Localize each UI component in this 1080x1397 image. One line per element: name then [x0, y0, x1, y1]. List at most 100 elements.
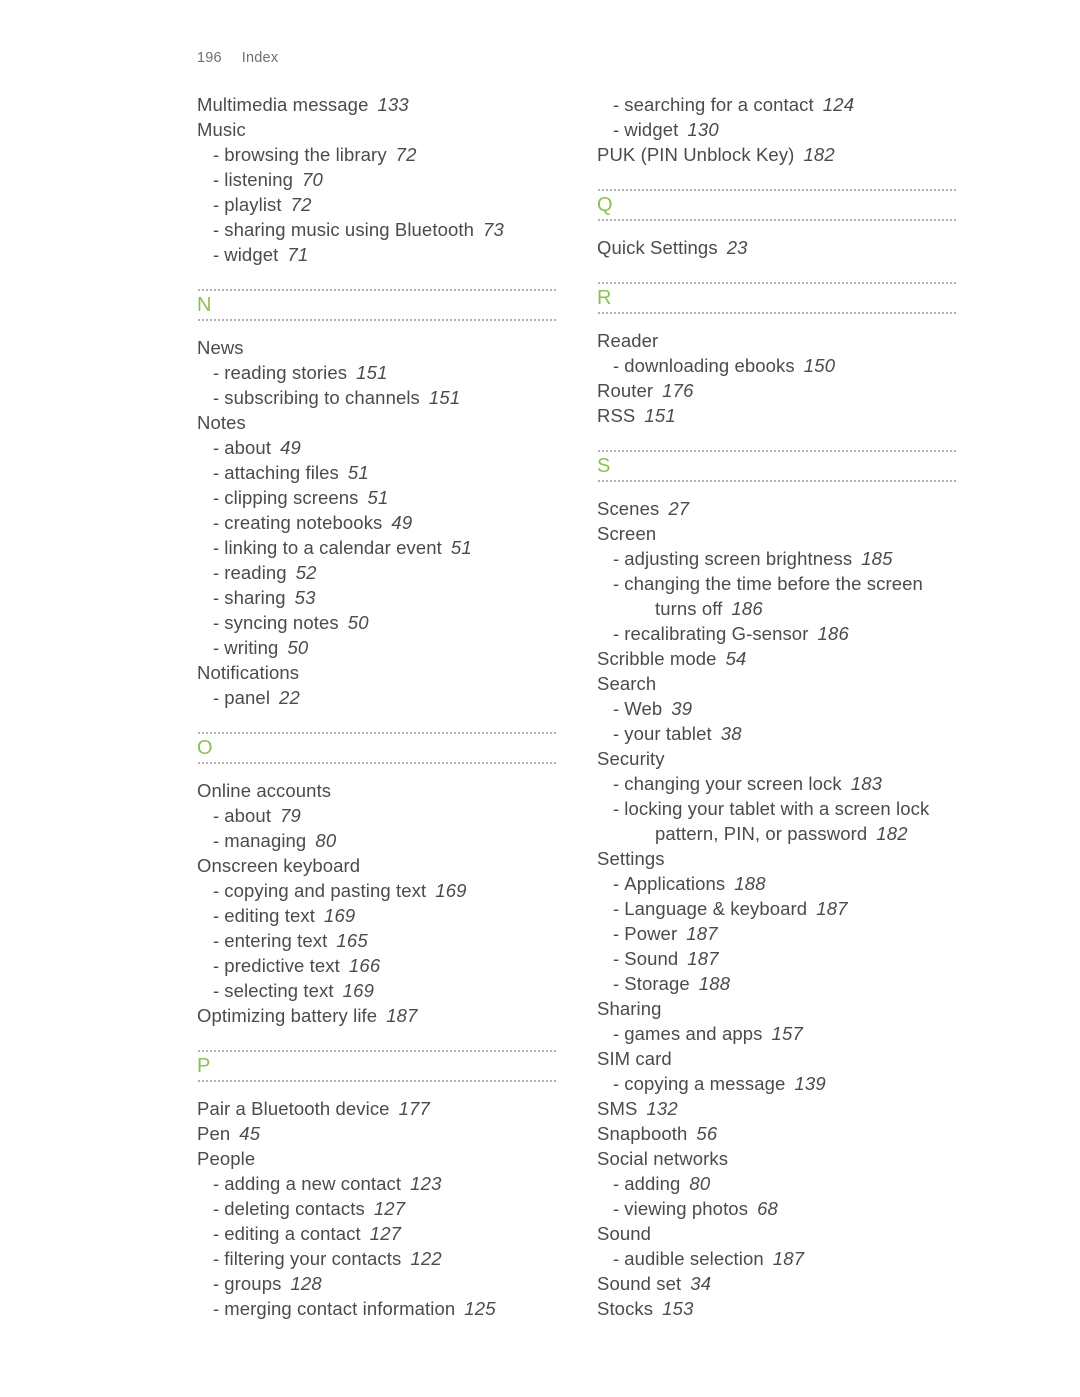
index-subentry: - Web 39	[597, 696, 957, 721]
dotted-rule-bottom	[597, 480, 957, 482]
index-entry: Reader	[597, 328, 957, 353]
entry-label: Sound	[597, 1223, 651, 1244]
entry-label: SMS	[597, 1098, 638, 1119]
entry-label: PUK (PIN Unblock Key)	[597, 144, 795, 165]
bullet-dash: -	[213, 955, 220, 976]
entry-page-number: 123	[410, 1173, 442, 1194]
entry-page-number: 71	[287, 244, 309, 265]
index-subentry: - changing your screen lock 183	[597, 771, 957, 796]
entry-page-number: 187	[687, 948, 719, 969]
letter-section-q: Q	[597, 189, 957, 221]
entry-label: Scenes	[597, 498, 660, 519]
entry-page-number: 150	[803, 355, 836, 376]
entry-label: filtering your contacts	[224, 1248, 402, 1269]
index-subentry: - Sound 187	[597, 946, 957, 971]
entry-page-number: 23	[726, 237, 748, 258]
index-entry: Sound set 34	[597, 1271, 957, 1296]
bullet-dash: -	[213, 537, 220, 558]
letter-section-r: R	[597, 282, 957, 314]
entry-page-number: 188	[734, 873, 766, 894]
page-header: 196 Index	[197, 50, 278, 66]
index-subentry: - creating notebooks 49	[197, 510, 557, 535]
entry-page-number: 133	[377, 94, 409, 115]
entry-page-number: 122	[410, 1248, 442, 1269]
entry-page-number: 22	[279, 687, 301, 708]
entry-label: adding a new contact	[224, 1173, 402, 1194]
index-entry: Scenes 27	[597, 496, 957, 521]
entry-label: your tablet	[624, 723, 712, 744]
entry-page-number: 176	[662, 380, 694, 401]
entry-page-number: 49	[280, 437, 302, 458]
index-subentry: - sharing music using Bluetooth 73	[197, 217, 557, 242]
index-subentry: - about 49	[197, 435, 557, 460]
entry-page-number: 153	[662, 1298, 694, 1319]
entry-page-number: 53	[294, 587, 316, 608]
entry-label: Onscreen keyboard	[197, 855, 361, 876]
entry-label: Language & keyboard	[624, 898, 808, 919]
entry-page-number: 51	[347, 462, 369, 483]
entry-label: Web	[624, 698, 663, 719]
entry-label: subscribing to channels	[224, 387, 420, 408]
entry-page-number: 72	[290, 194, 312, 215]
page-header-title: Index	[241, 50, 279, 66]
bullet-dash: -	[213, 637, 220, 658]
index-entry: Screen	[597, 521, 957, 546]
bullet-dash: -	[613, 573, 620, 594]
entry-page-number: 39	[671, 698, 693, 719]
bullet-dash: -	[213, 462, 220, 483]
entry-label: merging contact information	[224, 1298, 456, 1319]
dotted-rule-bottom	[197, 762, 557, 764]
entry-label: reading	[224, 562, 287, 583]
entry-page-number: 51	[367, 487, 389, 508]
index-subentry: - managing 80	[197, 828, 557, 853]
index-entry: Optimizing battery life 187	[197, 1003, 557, 1028]
entry-label: games and apps	[624, 1023, 763, 1044]
index-subentry: - changing the time before the screen	[597, 571, 957, 596]
right-column: - searching for a contact 124- widget 130 PUK…	[597, 92, 957, 1321]
index-entry: People	[197, 1146, 557, 1171]
index-subentry: - panel 22	[197, 685, 557, 710]
entry-page-number: 49	[391, 512, 413, 533]
index-subentry: - searching for a contact 124	[597, 92, 957, 117]
bullet-dash: -	[613, 798, 620, 819]
entry-label: Reader	[597, 330, 659, 351]
index-subentry: - syncing notes 50	[197, 610, 557, 635]
entry-page-number: 70	[302, 169, 324, 190]
index-subentry: - editing text 169	[197, 903, 557, 928]
index-entry: Social networks	[597, 1146, 957, 1171]
section-letter: Q	[597, 194, 614, 216]
dotted-rule-bottom	[597, 312, 957, 314]
entry-page-number: 182	[803, 144, 835, 165]
entry-label: linking to a calendar event	[224, 537, 442, 558]
entry-page-number: 52	[295, 562, 317, 583]
entry-label: creating notebooks	[224, 512, 383, 533]
entry-page-number: 183	[850, 773, 883, 794]
bullet-dash: -	[213, 1173, 220, 1194]
entry-label: groups	[224, 1273, 282, 1294]
index-entry: Onscreen keyboard	[197, 853, 557, 878]
bullet-dash: -	[213, 562, 220, 583]
letter-section-p: P	[197, 1050, 557, 1082]
bullet-dash: -	[213, 980, 220, 1001]
entry-label: entering text	[224, 930, 328, 951]
index-subentry: - deleting contacts 127	[197, 1196, 557, 1221]
entry-label: widget	[224, 244, 279, 265]
index-subentry: - browsing the library 72	[197, 142, 557, 167]
index-entry-continuation: turns off 186	[597, 596, 957, 621]
index-entry: Sound	[597, 1221, 957, 1246]
entry-page-number: 73	[482, 219, 504, 240]
index-subentry: - clipping screens 51	[197, 485, 557, 510]
entry-label: Router	[597, 380, 654, 401]
bullet-dash: -	[213, 194, 220, 215]
entry-label: Snapbooth	[597, 1123, 688, 1144]
index-subentry: - widget 71	[197, 242, 557, 267]
entry-label: selecting text	[224, 980, 334, 1001]
entry-label: Pair a Bluetooth device	[197, 1098, 390, 1119]
index-subentry: - entering text 165	[197, 928, 557, 953]
entry-page-number: 187	[386, 1005, 418, 1026]
index-subentry: - playlist 72	[197, 192, 557, 217]
left-column: Multimedia message 133 Music - browsing the …	[197, 92, 557, 1321]
index-entry-continuation: pattern, PIN, or password 182	[597, 821, 957, 846]
entry-label: Screen	[597, 523, 657, 544]
bullet-dash: -	[613, 948, 620, 969]
